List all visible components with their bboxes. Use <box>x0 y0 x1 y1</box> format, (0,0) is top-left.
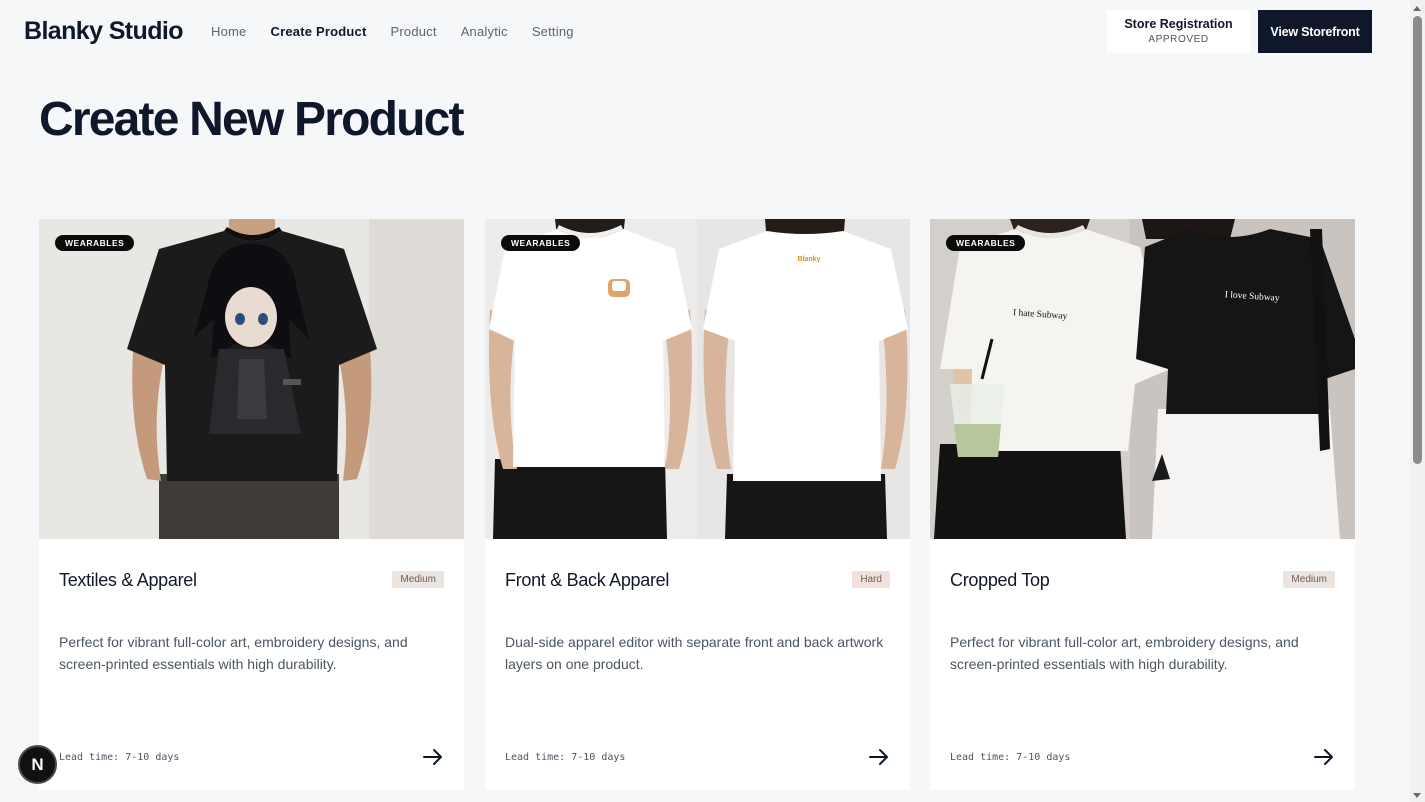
card-title: Front & Back Apparel <box>505 570 670 590</box>
page-title: Create New Product <box>39 93 465 146</box>
view-storefront-button[interactable]: View Storefront <box>1258 10 1372 53</box>
arrow-right-icon[interactable] <box>422 747 444 767</box>
vertical-scrollbar[interactable] <box>1410 0 1425 802</box>
store-registration-badge: APPROVED <box>1148 34 1209 45</box>
dev-tools-indicator[interactable]: N <box>18 745 57 784</box>
print-text: Blanky <box>798 256 821 263</box>
main-nav: Home Create Product Product Analytic Set… <box>211 24 574 39</box>
lead-time: Lead time: 7-10 days <box>950 752 1071 763</box>
white-tshirt-front-back-image: Blanky <box>485 219 910 539</box>
lead-time: Lead time: 7-10 days <box>505 752 626 763</box>
category-badge: WEARABLES <box>501 235 581 251</box>
product-card-cropped-top[interactable]: I hate Subway I love Subway WEARABLES Cr… <box>930 219 1355 790</box>
card-description: Perfect for vibrant full-color art, embr… <box>59 634 408 672</box>
brand-logo[interactable]: Blanky Studio <box>24 17 183 46</box>
card-description: Perfect for vibrant full-color art, embr… <box>950 634 1299 672</box>
lead-time: Lead time: 7-10 days <box>59 752 180 763</box>
product-image: Blanky WEARABLES <box>485 219 910 539</box>
product-image: WEARABLES <box>39 219 464 539</box>
category-badge: WEARABLES <box>55 235 135 251</box>
card-title: Cropped Top <box>950 570 1050 590</box>
scroll-down-arrow-icon[interactable] <box>1413 793 1421 798</box>
nav-setting[interactable]: Setting <box>532 24 574 39</box>
product-card-front-back-apparel[interactable]: Blanky WEARABLES Front & Back Apparel Ha… <box>485 219 910 790</box>
nav-create-product[interactable]: Create Product <box>270 24 366 39</box>
cropped-tops-image: I hate Subway I love Subway <box>930 219 1355 539</box>
nav-home[interactable]: Home <box>211 24 246 39</box>
nav-analytic[interactable]: Analytic <box>461 24 508 39</box>
store-registration-label: Store Registration <box>1124 17 1233 31</box>
arrow-right-icon[interactable] <box>1313 747 1335 767</box>
scrollbar-thumb[interactable] <box>1413 16 1422 464</box>
card-description: Dual-side apparel editor with separate f… <box>505 634 884 672</box>
arrow-right-icon[interactable] <box>868 747 890 767</box>
scroll-up-arrow-icon[interactable] <box>1413 6 1421 11</box>
product-card-textiles-apparel[interactable]: WEARABLES Textiles & Apparel Medium Perf… <box>39 219 464 790</box>
card-title: Textiles & Apparel <box>59 570 197 590</box>
store-registration-status[interactable]: Store Registration APPROVED <box>1107 10 1250 53</box>
product-image: I hate Subway I love Subway WEARABLES <box>930 219 1355 539</box>
difficulty-badge: Hard <box>852 571 890 588</box>
black-tshirt-anime-image <box>39 219 464 539</box>
difficulty-badge: Medium <box>1283 571 1335 588</box>
difficulty-badge: Medium <box>392 571 444 588</box>
category-badge: WEARABLES <box>946 235 1026 251</box>
nav-product[interactable]: Product <box>390 24 436 39</box>
top-nav-bar: Blanky Studio Home Create Product Produc… <box>0 0 1410 64</box>
